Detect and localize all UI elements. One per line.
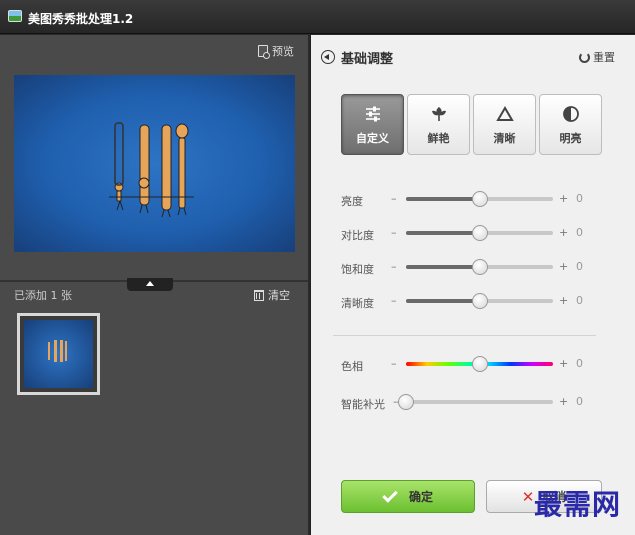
slider-value: 0 xyxy=(576,192,583,205)
brightness-slider[interactable] xyxy=(406,191,553,207)
clarity-slider[interactable] xyxy=(406,293,553,309)
basic-sliders: 亮度 – + 0 对比度 – + 0 饱和度 – + 0 清晰度 – + 0 xyxy=(341,190,626,326)
slider-minus: – xyxy=(391,294,397,307)
preset-sharp[interactable]: 清晰 xyxy=(473,94,536,155)
thumbnail-image xyxy=(24,320,93,388)
slider-value: 0 xyxy=(576,357,583,370)
window-title: 美图秀秀批处理1.2 xyxy=(28,12,134,26)
reset-button[interactable]: 重置 xyxy=(579,49,615,65)
color-sliders: 色相 – + 0 智能补光 – + 0 xyxy=(341,355,626,427)
slider-value: 0 xyxy=(576,395,583,408)
hue-slider[interactable] xyxy=(406,356,553,372)
slider-plus: + xyxy=(559,192,569,205)
preset-bright[interactable]: 明亮 xyxy=(539,94,602,155)
clarity-slider-row: 清晰度 – + 0 xyxy=(341,292,626,326)
slider-plus: + xyxy=(559,226,569,239)
confirm-label: 确定 xyxy=(408,490,433,504)
close-icon: ✕ xyxy=(521,487,535,506)
preset-vivid[interactable]: 鲜艳 xyxy=(407,94,470,155)
confirm-button[interactable]: 确定 xyxy=(341,480,475,513)
section-divider xyxy=(333,335,596,336)
slider-knob[interactable] xyxy=(471,293,488,309)
image-thumbnail[interactable] xyxy=(17,313,100,395)
back-arrow-icon[interactable] xyxy=(321,50,335,64)
brightness-slider-row: 亮度 – + 0 xyxy=(341,190,626,224)
slider-minus: – xyxy=(391,226,397,239)
slider-plus: + xyxy=(559,260,569,273)
triangle-icon xyxy=(495,106,514,121)
slider-knob[interactable] xyxy=(398,394,414,410)
left-panel: 预览 已添加 1 张 清空 xyxy=(0,35,308,535)
preview-image xyxy=(14,75,295,252)
smart-fill-light-slider[interactable] xyxy=(398,394,553,410)
preview-button[interactable]: 预览 xyxy=(258,43,294,59)
saturation-slider[interactable] xyxy=(406,259,553,275)
stick-figures-drawing xyxy=(109,122,194,218)
slider-plus: + xyxy=(559,395,569,408)
preset-label: 清晰 xyxy=(493,132,516,145)
slider-knob[interactable] xyxy=(471,356,488,372)
preview-doc-icon xyxy=(258,45,270,59)
slider-knob[interactable] xyxy=(471,191,488,207)
slider-plus: + xyxy=(559,294,569,307)
clear-label: 清空 xyxy=(268,289,290,302)
slider-plus: + xyxy=(559,357,569,370)
saturation-slider-row: 饱和度 – + 0 xyxy=(341,258,626,292)
app-icon xyxy=(8,10,22,22)
slider-label: 智能补光 xyxy=(341,398,385,411)
reset-label: 重置 xyxy=(593,51,615,64)
preset-label: 鲜艳 xyxy=(427,132,450,145)
right-panel: 基础调整 重置 自定义 鲜艳 清晰 明亮 亮度 – + 0 对比度 – + 0 … xyxy=(310,35,635,535)
slider-value: 0 xyxy=(576,260,583,273)
preset-label: 自定义 xyxy=(356,132,389,145)
slider-label: 亮度 xyxy=(341,195,363,208)
slider-label: 色相 xyxy=(341,360,363,373)
panel-title: 基础调整 xyxy=(341,52,394,67)
refresh-icon xyxy=(579,51,590,63)
title-bar: 美图秀秀批处理1.2 xyxy=(0,0,635,34)
slider-minus: – xyxy=(391,260,397,273)
slider-value: 0 xyxy=(576,294,583,307)
hue-slider-row: 色相 – + 0 xyxy=(341,355,626,393)
slider-label: 对比度 xyxy=(341,229,374,242)
preset-label: 明亮 xyxy=(559,132,582,145)
clear-button[interactable]: 清空 xyxy=(254,287,290,303)
slider-knob[interactable] xyxy=(471,259,488,275)
contrast-slider[interactable] xyxy=(406,225,553,241)
preview-label: 预览 xyxy=(272,45,294,58)
watermark-text: 最需网 xyxy=(533,488,621,521)
slider-label: 饱和度 xyxy=(341,263,374,276)
sliders-icon xyxy=(365,106,380,122)
slider-minus: – xyxy=(391,192,397,205)
preset-group: 自定义 鲜艳 清晰 明亮 xyxy=(341,94,602,155)
added-count-label: 已添加 1 张 xyxy=(14,289,72,302)
trash-icon xyxy=(254,289,264,301)
contrast-slider-row: 对比度 – + 0 xyxy=(341,224,626,258)
smart-fill-light-slider-row: 智能补光 – + 0 xyxy=(341,393,626,427)
slider-label: 清晰度 xyxy=(341,297,374,310)
collapse-toggle[interactable] xyxy=(127,278,173,291)
slider-knob[interactable] xyxy=(471,225,488,241)
flower-icon xyxy=(431,107,446,121)
preset-custom[interactable]: 自定义 xyxy=(341,94,404,155)
slider-minus: – xyxy=(391,357,397,370)
slider-value: 0 xyxy=(576,226,583,239)
contrast-circle-icon xyxy=(562,106,579,122)
check-icon xyxy=(382,486,398,503)
